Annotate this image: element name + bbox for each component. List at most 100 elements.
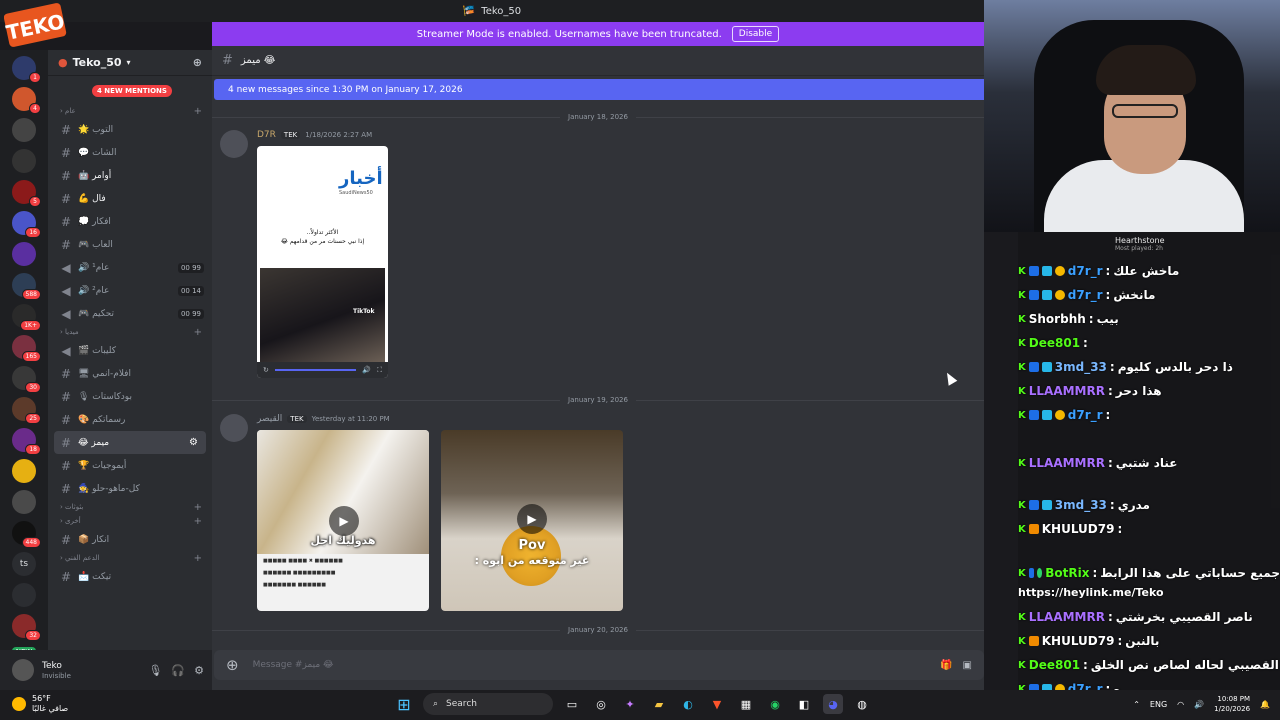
server-icon[interactable]: 588 <box>12 273 41 300</box>
server-icon[interactable]: 30 <box>12 366 41 393</box>
clock[interactable]: 10:08 PM 1/20/2026 <box>1214 694 1250 714</box>
text-channel[interactable]: # أوامر 🤖 <box>48 164 212 187</box>
replay-icon[interactable]: ↻ <box>263 366 269 374</box>
play-icon[interactable]: ▶ <box>517 504 547 534</box>
text-channel[interactable]: # بودكاستات 🎙 <box>48 385 212 408</box>
fullscreen-icon[interactable]: ⛶ <box>377 366 382 375</box>
server-icon[interactable] <box>12 459 36 483</box>
message-author[interactable]: D7R <box>257 130 276 140</box>
voice-channel[interactable]: ◀ عام² 🔊 00 14 <box>48 279 212 302</box>
video-attachment[interactable]: Pov غير متوقعه من ابوه : ▶ <box>441 430 623 611</box>
channel-category[interactable]: › ميديا + <box>48 325 212 339</box>
file-explorer-icon[interactable]: ▰ <box>649 694 669 714</box>
channel-category[interactable]: › أخرى + <box>48 514 212 528</box>
chat-username[interactable]: LLAAMMRR <box>1029 456 1105 470</box>
new-mentions-badge[interactable]: 4 NEW MENTIONS <box>92 85 172 97</box>
windows-start-icon[interactable]: ⊞ <box>394 694 414 714</box>
server-icon[interactable] <box>12 118 36 142</box>
avatar[interactable] <box>220 414 248 442</box>
chat-username[interactable]: KHULUD79 <box>1042 634 1115 648</box>
channel-category[interactable]: › الدعم الفني + <box>48 551 212 565</box>
store-icon[interactable]: ▦ <box>736 694 756 714</box>
video-attachment[interactable]: هدوليك اجل ■■■■■ ■■■■ ✖ ■■■■■■ ■■■■■■ ■■… <box>257 430 429 611</box>
text-channel[interactable]: # تيكت 📩 <box>48 565 212 588</box>
text-channel[interactable]: # كل-ماهو-حلو 🧙 <box>48 477 212 500</box>
add-channel-icon[interactable]: + <box>194 502 202 513</box>
search-box[interactable]: ⌕ Search <box>423 693 553 715</box>
message-input[interactable]: Message #ميمز 😂 <box>253 660 334 670</box>
new-messages-bar[interactable]: 4 new messages since 1:30 PM on January … <box>214 79 984 100</box>
voice-channel[interactable]: ◀ تحكيم 🎮 00 99 <box>48 302 212 325</box>
server-icon[interactable]: 1K+ <box>12 304 41 331</box>
chat-username[interactable]: d7r_r <box>1068 288 1103 302</box>
server-icon[interactable]: 448 <box>12 521 41 548</box>
discord-icon[interactable]: ◕ <box>823 694 843 714</box>
tiktok-video-embed[interactable]: أخبار SaudiNews50 الأكثر تداولاً.. إذا ن… <box>257 146 388 378</box>
chat-username[interactable]: LLAAMMRR <box>1029 384 1105 398</box>
wifi-icon[interactable]: ◠ <box>1177 700 1184 709</box>
whatsapp-icon[interactable]: ◉ <box>765 694 785 714</box>
add-member-icon[interactable]: ⊕ <box>193 56 202 69</box>
chat-username[interactable]: 3md_33 <box>1055 360 1107 374</box>
add-channel-icon[interactable]: + <box>194 553 202 564</box>
server-icon[interactable]: 32 <box>12 614 41 641</box>
text-channel[interactable]: # ميمز 😂 ⚙ <box>54 431 206 454</box>
message-composer[interactable]: ⊕ Message #ميمز 😂 🎁 ▣ <box>214 650 984 680</box>
text-channel[interactable]: # انكار 📦 <box>48 528 212 551</box>
add-channel-icon[interactable]: + <box>194 327 202 338</box>
server-header[interactable]: ● Teko_50 ▾ ⊕ <box>48 50 212 76</box>
channel-category[interactable]: › عام + <box>48 104 212 118</box>
server-icon[interactable]: 1 <box>12 56 41 83</box>
chat-username[interactable]: Dee801 <box>1029 336 1080 350</box>
chat-username[interactable]: BotRix <box>1045 566 1089 580</box>
voice-channel[interactable]: ◀ عام¹ 🔊 00 99 <box>48 256 212 279</box>
server-icon[interactable]: 5 <box>12 180 41 207</box>
play-icon[interactable]: ▶ <box>329 506 359 536</box>
chevron-up-icon[interactable]: ⌃ <box>1133 700 1140 709</box>
gift-icon[interactable]: 🎁 <box>940 660 952 671</box>
chat-link[interactable]: https://heylink.me/Teko <box>1018 586 1280 599</box>
app-icon[interactable]: ◧ <box>794 694 814 714</box>
server-icon[interactable] <box>12 490 36 514</box>
headphones-icon[interactable]: 🎧 <box>171 664 185 677</box>
chat-username[interactable]: KHULUD79 <box>1042 522 1115 536</box>
chat-username[interactable]: 3md_33 <box>1055 498 1107 512</box>
channel-settings-icon[interactable]: ⚙ <box>189 437 198 448</box>
chat-username[interactable]: LLAAMMRR <box>1029 610 1105 624</box>
obs-icon[interactable]: ◍ <box>852 694 872 714</box>
text-channel[interactable]: # افكار 💭 <box>48 210 212 233</box>
text-channel[interactable]: # افلام-انمي 🖥 <box>48 362 212 385</box>
server-icon[interactable] <box>12 242 36 266</box>
server-icon[interactable] <box>12 149 36 173</box>
progress-bar[interactable] <box>274 369 357 371</box>
disable-streamer-mode-button[interactable]: Disable <box>731 26 780 42</box>
gif-icon[interactable]: ▣ <box>963 660 972 671</box>
copilot-icon[interactable]: ✦ <box>620 694 640 714</box>
server-icon[interactable] <box>12 583 36 607</box>
voice-channel[interactable]: ◀ كليبات 🎬 <box>48 339 212 362</box>
weather-widget[interactable]: 56°F صافي غالبًا <box>12 694 68 714</box>
user-info[interactable]: Teko Invisible <box>42 661 71 680</box>
message-author[interactable]: القيصر <box>257 414 282 424</box>
microphone-icon[interactable]: 🎙 <box>148 664 162 677</box>
text-channel[interactable]: # رسماتكم 🎨 <box>48 408 212 431</box>
server-icon[interactable]: 18 <box>12 428 41 455</box>
text-channel[interactable]: # فال 💪 <box>48 187 212 210</box>
volume-icon[interactable]: 🔊 <box>1194 700 1204 709</box>
chat-username[interactable]: d7r_r <box>1068 264 1103 278</box>
server-icon[interactable]: 165 <box>12 335 41 362</box>
server-icon[interactable]: 4 <box>12 87 41 114</box>
chat-username[interactable]: Dee801 <box>1029 658 1080 672</box>
text-channel[interactable]: # التوب 🌟 <box>48 118 212 141</box>
brave-icon[interactable]: ▼ <box>707 694 727 714</box>
server-icon[interactable]: 25 <box>12 397 41 424</box>
text-channel[interactable]: # العاب 🎮 <box>48 233 212 256</box>
chat-username[interactable]: Shorbhh <box>1029 312 1086 326</box>
chat-username[interactable]: d7r_r <box>1068 408 1103 422</box>
add-channel-icon[interactable]: + <box>194 516 202 527</box>
avatar[interactable] <box>12 659 34 681</box>
settings-gear-icon[interactable]: ⚙ <box>194 664 204 677</box>
add-attachment-icon[interactable]: ⊕ <box>226 656 239 674</box>
language-indicator[interactable]: ENG <box>1150 700 1167 709</box>
notification-bell-icon[interactable]: 🔔 <box>1260 700 1270 709</box>
